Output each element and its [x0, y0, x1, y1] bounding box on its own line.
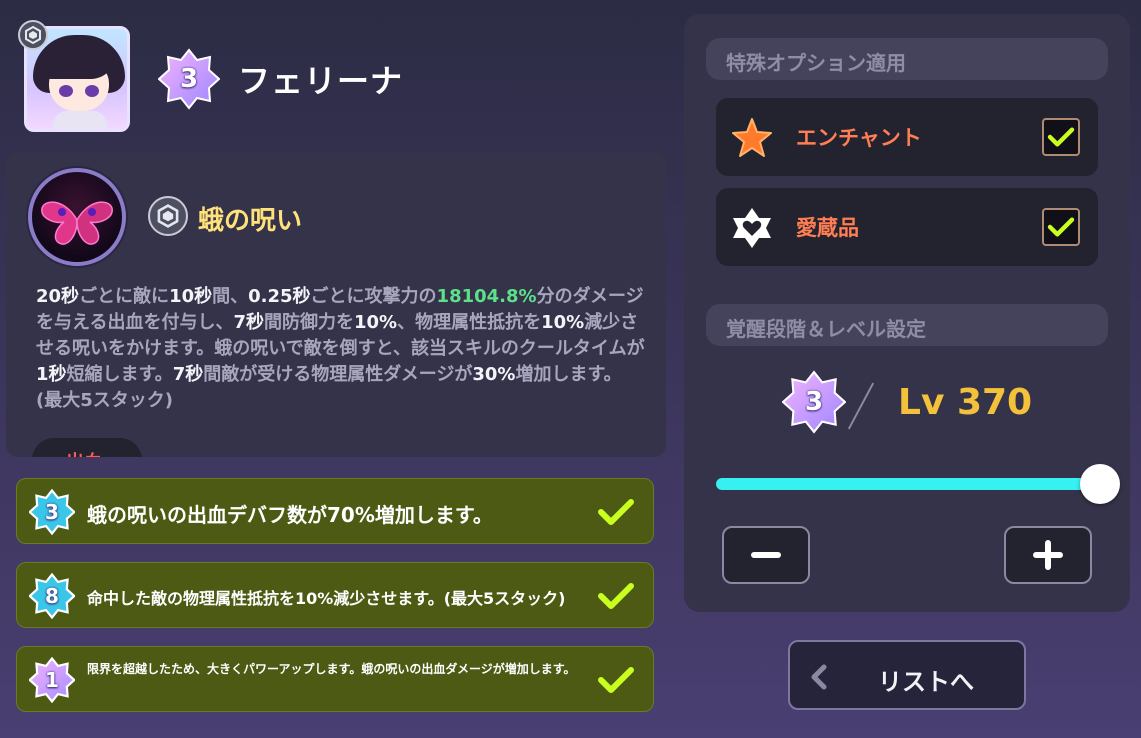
potential-rank-badge: 8: [29, 573, 75, 619]
potential-rank-badge: 3: [29, 489, 75, 535]
description-segment: 間、: [212, 286, 249, 307]
character-name: フェリーナ: [238, 62, 404, 100]
potential-text: 限界を超越したため、大きくパワーアップします。蛾の呪いの出血ダメージが増加します…: [87, 662, 576, 676]
level-slider-fill: [716, 478, 1100, 490]
check-icon: [598, 499, 634, 525]
enchant-checkbox[interactable]: [1042, 118, 1080, 156]
description-segment: 7秒: [233, 312, 264, 333]
star-level-badge: 3: [158, 48, 220, 110]
description-segment: ごとに敵に: [79, 286, 170, 307]
description-segment: 7秒: [172, 364, 204, 385]
divider: [847, 382, 875, 430]
description-segment: 間敵が受ける物理属性ダメージが: [203, 364, 473, 385]
chevron-left-icon: [811, 664, 827, 690]
awakening-header: 覚醒段階＆レベル設定: [706, 304, 1108, 346]
plus-icon: [1033, 540, 1063, 570]
description-segment: 1秒: [36, 364, 67, 385]
potential-text: 蛾の呪いの出血デバフ数が70%増加します。: [87, 503, 493, 527]
heart-badge-icon: [733, 208, 771, 248]
description-segment: 30%: [472, 364, 516, 385]
star-icon: [732, 118, 772, 157]
check-icon: [598, 667, 634, 693]
description-segment: 10%: [354, 312, 398, 333]
description-segment: 短縮します。: [66, 364, 173, 385]
description-segment: 0.25秒: [248, 286, 311, 307]
potential-row: 8 命中した敵の物理属性抵抗を10%減少させます。(最大5スタック): [16, 562, 654, 628]
check-icon: [1047, 127, 1075, 147]
skill-name: 蛾の呪い: [198, 206, 303, 236]
potential-text: 命中した敵の物理属性抵抗を10%減少させます。(最大5スタック): [87, 589, 566, 608]
decrease-level-button[interactable]: [722, 526, 810, 584]
skill-description: 20秒ごとに敵に10秒間、0.25秒ごとに攻撃力の18104.8%分のダメージを…: [36, 284, 646, 414]
minus-icon: [751, 552, 781, 558]
check-icon: [1047, 217, 1075, 237]
description-segment: 10%: [541, 312, 585, 333]
potential-row: 3 蛾の呪いの出血デバフ数が70%増加します。: [16, 478, 654, 544]
moth-skill-icon: [28, 168, 126, 266]
settings-panel: 特殊オプション適用 エンチャント 愛蔵品 覚醒段階＆レベル設定 3 Lv 370: [684, 14, 1130, 612]
description-segment: 18104.8%: [436, 286, 537, 307]
level-slider[interactable]: [716, 464, 1120, 504]
special-options-header: 特殊オプション適用: [706, 38, 1108, 80]
back-to-list-label: リストへ: [878, 668, 974, 696]
option-label: 愛蔵品: [796, 216, 859, 240]
skill-panel: 蛾の呪い 20秒ごとに敵に10秒間、0.25秒ごとに攻撃力の18104.8%分の…: [6, 152, 666, 457]
option-row-enchant[interactable]: エンチャント: [716, 98, 1098, 176]
potential-rank-badge: 1: [29, 657, 75, 703]
description-segment: 間防御力を: [264, 312, 354, 333]
option-label: エンチャント: [796, 126, 922, 150]
treasure-checkbox[interactable]: [1042, 208, 1080, 246]
awakening-star-badge: 3: [782, 370, 846, 434]
increase-level-button[interactable]: [1004, 526, 1092, 584]
potential-row: 1 限界を超越したため、大きくパワーアップします。蛾の呪いの出血ダメージが増加し…: [16, 646, 654, 712]
back-to-list-button[interactable]: リストへ: [788, 640, 1026, 710]
bleed-tag[interactable]: 出血: [32, 438, 142, 457]
level-slider-thumb[interactable]: [1080, 464, 1120, 504]
level-value: Lv 370: [898, 382, 1033, 423]
rank-emblem-icon: [18, 20, 48, 50]
skill-type-icon: [148, 196, 188, 236]
description-segment: ごとに攻撃力の: [310, 286, 437, 307]
description-segment: 、物理属性抵抗を: [397, 312, 542, 333]
description-segment: 20秒: [36, 286, 80, 307]
option-row-treasure[interactable]: 愛蔵品: [716, 188, 1098, 266]
description-segment: 10秒: [169, 286, 213, 307]
check-icon: [598, 583, 634, 609]
